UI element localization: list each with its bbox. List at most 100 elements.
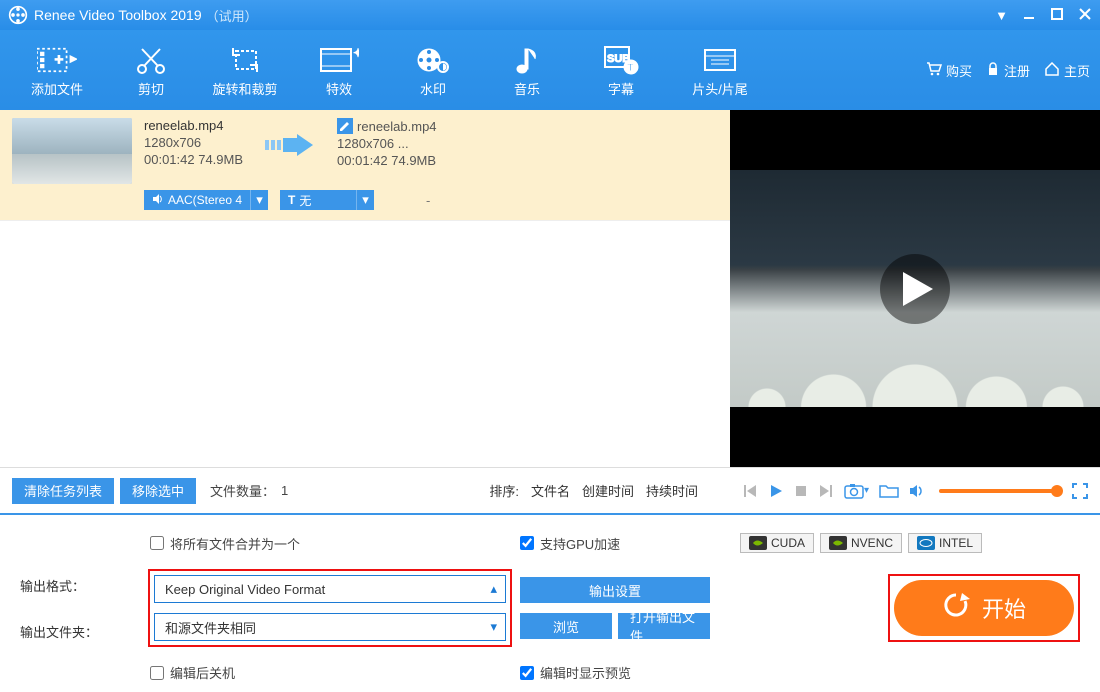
output-settings-button[interactable]: 输出设置 (520, 577, 710, 603)
remove-selected-button[interactable]: 移除选中 (120, 478, 196, 504)
register-link[interactable]: 注册 (986, 61, 1030, 80)
tool-label: 音乐 (514, 79, 540, 98)
player-prev-button[interactable] (742, 483, 758, 499)
home-link[interactable]: 主页 (1044, 61, 1090, 80)
title-bar: Renee Video Toolbox 2019 （试用） ▼ (0, 0, 1100, 30)
refresh-icon (942, 591, 970, 625)
gpu-accel-label: 支持GPU加速 (540, 534, 620, 553)
tool-intro-outro[interactable]: 片头/片尾 (668, 35, 772, 105)
shutdown-after-edit-checkbox[interactable] (150, 666, 164, 680)
edit-output-name-icon[interactable] (337, 118, 353, 134)
gpu-accel-checkbox[interactable] (520, 536, 534, 550)
subtitle-t-icon: T (288, 193, 295, 207)
svg-text:T: T (627, 62, 634, 74)
controls-row: 清除任务列表 移除选中 文件数量： 1 排序: 文件名 创建时间 持续时间 ▾ (0, 467, 1100, 513)
tool-add-file[interactable]: + 添加文件 (10, 35, 104, 105)
player-open-folder-button[interactable] (879, 483, 899, 499)
player-play-button[interactable] (768, 483, 784, 499)
buy-link[interactable]: 购买 (926, 61, 972, 80)
tool-cut[interactable]: 剪切 (104, 35, 198, 105)
tool-effects[interactable]: ✦ 特效 (292, 35, 386, 105)
file-row[interactable]: reneelab.mp4 1280x706 00:01:42 74.9MB re… (0, 110, 730, 221)
sort-label: 排序: (489, 481, 519, 500)
player-snapshot-button[interactable]: ▾ (844, 483, 869, 499)
subtitle-value-dash: - (426, 193, 430, 208)
shutdown-after-edit-label: 编辑后关机 (170, 663, 235, 682)
register-label: 注册 (1004, 61, 1030, 80)
home-label: 主页 (1064, 61, 1090, 80)
output-folder-dropdown[interactable]: 和源文件夹相同 ▾ (154, 613, 506, 641)
chevron-up-icon: ▴ (490, 581, 497, 597)
sort-by-name[interactable]: 文件名 (531, 481, 570, 500)
nvidia-icon (829, 536, 847, 550)
app-trial-label: （试用） (206, 6, 258, 25)
sort-by-created[interactable]: 创建时间 (582, 481, 634, 500)
show-preview-while-edit-checkbox[interactable] (520, 666, 534, 680)
tool-watermark[interactable]: 水印 (386, 35, 480, 105)
tool-label: 剪切 (138, 79, 164, 98)
output-filename: reneelab.mp4 (357, 119, 437, 134)
player-volume-button[interactable] (909, 483, 925, 499)
main-toolbar: + 添加文件 剪切 旋转和裁剪 ✦ 特效 水印 音乐 SUBT (0, 30, 1100, 110)
tool-music[interactable]: 音乐 (480, 35, 574, 105)
lock-icon (986, 62, 1000, 79)
sort-by-duration[interactable]: 持续时间 (646, 481, 698, 500)
browse-button[interactable]: 浏览 (520, 613, 612, 639)
intel-icon (917, 536, 935, 550)
music-icon (507, 43, 547, 77)
speaker-icon (152, 193, 164, 208)
intro-outro-icon (700, 43, 740, 77)
sort-group: 排序: 文件名 创建时间 持续时间 (489, 481, 718, 500)
badge-cuda: CUDA (740, 533, 814, 553)
arrow-icon (255, 118, 325, 158)
chevron-down-icon: ▾ (250, 190, 268, 210)
close-button[interactable] (1078, 7, 1092, 24)
player-next-button[interactable] (818, 483, 834, 499)
audio-track-dropdown[interactable]: AAC(Stereo 4 ▾ (144, 190, 268, 210)
volume-slider[interactable] (939, 489, 1058, 493)
app-title: Renee Video Toolbox 2019 (34, 7, 202, 23)
home-icon (1044, 62, 1060, 79)
file-list-panel: reneelab.mp4 1280x706 00:01:42 74.9MB re… (0, 110, 730, 467)
tool-label: 特效 (326, 79, 352, 98)
show-preview-while-edit-label: 编辑时显示预览 (540, 663, 631, 682)
file-input-info: reneelab.mp4 1280x706 00:01:42 74.9MB (144, 118, 243, 167)
player-fullscreen-button[interactable] (1072, 483, 1088, 499)
player-stop-button[interactable] (794, 484, 808, 498)
minimize-button[interactable] (1022, 7, 1036, 24)
tool-label: 旋转和裁剪 (212, 79, 277, 98)
input-duration-size: 00:01:42 74.9MB (144, 152, 243, 167)
output-format-value: Keep Original Video Format (165, 582, 325, 597)
chevron-down-icon: ▾ (356, 190, 374, 210)
start-label: 开始 (982, 592, 1026, 624)
output-format-dropdown[interactable]: Keep Original Video Format ▴ (154, 575, 506, 603)
audio-label: AAC(Stereo 4 (168, 193, 242, 207)
bottom-settings: 将所有文件合并为一个 支持GPU加速 CUDA NVENC INTEL 输出格式… (0, 513, 1100, 692)
add-file-icon: + (37, 43, 77, 77)
open-output-folder-button[interactable]: 打开输出文件 (618, 613, 710, 639)
app-logo-icon (8, 5, 28, 25)
cut-icon (131, 43, 171, 77)
svg-text:+: + (54, 51, 63, 68)
tool-rotate-crop[interactable]: 旋转和裁剪 (198, 35, 292, 105)
file-count-label: 文件数量： (210, 481, 275, 500)
input-filename: reneelab.mp4 (144, 118, 243, 133)
merge-all-checkbox[interactable] (150, 536, 164, 550)
preview-panel (730, 110, 1100, 467)
tool-label: 水印 (420, 79, 446, 98)
maximize-button[interactable] (1050, 7, 1064, 24)
preview-play-button[interactable] (880, 254, 950, 324)
tool-subtitle[interactable]: SUBT 字幕 (574, 35, 668, 105)
input-resolution: 1280x706 (144, 135, 243, 150)
tool-label: 字幕 (608, 79, 634, 98)
tool-label: 添加文件 (31, 79, 83, 98)
output-duration-size: 00:01:42 74.9MB (337, 153, 437, 168)
clear-list-button[interactable]: 清除任务列表 (12, 478, 114, 504)
start-button[interactable]: 开始 (894, 580, 1074, 636)
menu-dropdown-icon[interactable]: ▼ (995, 8, 1008, 23)
badge-nvenc: NVENC (820, 533, 902, 553)
subtitle-track-dropdown[interactable]: T 无 ▾ (280, 190, 374, 210)
main-area: reneelab.mp4 1280x706 00:01:42 74.9MB re… (0, 110, 1100, 467)
output-folder-label: 输出文件夹： (20, 622, 140, 641)
watermark-icon (413, 43, 453, 77)
